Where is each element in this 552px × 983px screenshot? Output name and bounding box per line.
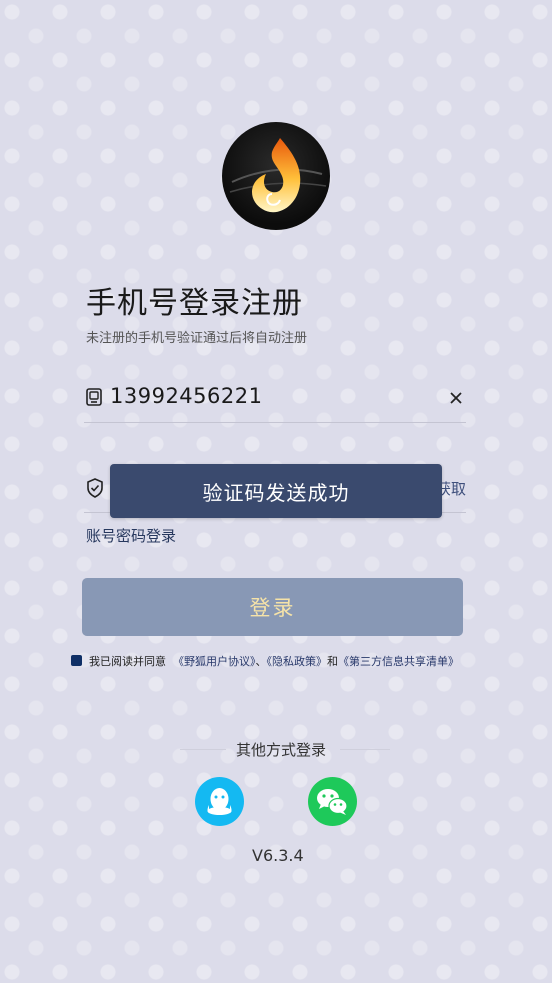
qq-login-button[interactable] xyxy=(195,777,244,826)
divider xyxy=(340,749,390,750)
page-subtitle: 未注册的手机号验证通过后将自动注册 xyxy=(86,331,308,346)
third-party-list-link[interactable]: 《第三方信息共享清单》 xyxy=(338,655,459,668)
wechat-login-button[interactable] xyxy=(308,777,357,826)
agreement-prefix: 我已阅读并同意 xyxy=(89,655,166,668)
phone-icon xyxy=(86,388,102,406)
phone-row: 13992456221 xyxy=(84,378,466,423)
user-agreement-link[interactable]: 《野狐用户协议》 xyxy=(173,655,256,668)
flame-icon xyxy=(229,138,327,213)
agreement-text: 我已阅读并同意 《野狐用户协议》、《隐私政策》和《第三方信息共享清单》 xyxy=(89,653,459,669)
other-login-label: 其他方式登录 xyxy=(236,741,327,759)
agreement-separator: 、 xyxy=(255,655,267,668)
privacy-policy-link[interactable]: 《隐私政策》 xyxy=(267,655,328,668)
divider xyxy=(180,749,226,750)
agreement-checkbox[interactable] xyxy=(71,655,82,666)
login-button[interactable]: 登录 xyxy=(82,578,463,636)
close-icon[interactable] xyxy=(448,390,464,406)
toast-message: 验证码发送成功 xyxy=(110,464,442,518)
qq-icon xyxy=(207,788,232,815)
phone-number-field[interactable]: 13992456221 xyxy=(110,384,262,408)
password-login-link[interactable]: 账号密码登录 xyxy=(86,525,176,546)
shield-icon xyxy=(86,478,104,498)
page-title: 手机号登录注册 xyxy=(86,286,303,321)
wechat-icon xyxy=(317,789,348,815)
app-logo xyxy=(222,122,330,230)
app-version: V6.3.4 xyxy=(252,846,304,865)
agreement-and: 和 xyxy=(327,655,338,668)
agreement-row: 我已阅读并同意 《野狐用户协议》、《隐私政策》和《第三方信息共享清单》 xyxy=(71,653,531,669)
